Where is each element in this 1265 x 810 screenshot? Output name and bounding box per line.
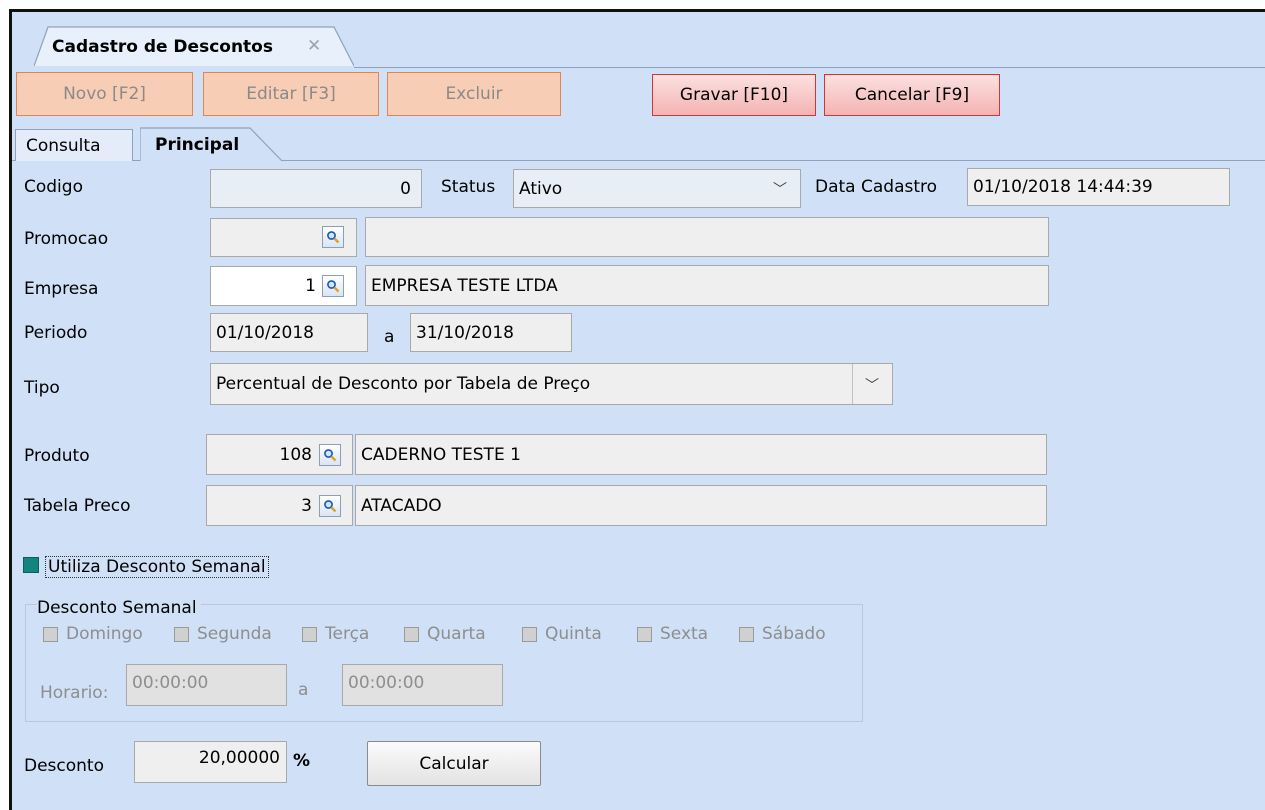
quarta-checkbox[interactable] bbox=[404, 627, 419, 642]
tabela-preco-desc-field: ATACADO bbox=[355, 485, 1047, 526]
tabela-preco-label: Tabela Preco bbox=[24, 496, 131, 516]
magnifier-icon[interactable] bbox=[322, 275, 344, 297]
domingo-checkbox[interactable] bbox=[43, 627, 58, 642]
horario-label: Horario: bbox=[40, 683, 109, 703]
magnifier-icon[interactable] bbox=[319, 444, 341, 466]
utiliza-desconto-semanal-checkbox[interactable] bbox=[23, 557, 39, 573]
desconto-semanal-title: Desconto Semanal bbox=[37, 598, 201, 618]
status-select[interactable]: Ativo bbox=[513, 169, 801, 208]
horario-separator: a bbox=[298, 680, 309, 700]
terca-label: Terça bbox=[325, 624, 370, 644]
magnifier-icon[interactable] bbox=[322, 226, 344, 248]
tab-consulta[interactable]: Consulta bbox=[15, 129, 133, 161]
desconto-label: Desconto bbox=[24, 756, 104, 776]
promocao-desc-field bbox=[365, 217, 1049, 257]
quinta-checkbox[interactable] bbox=[522, 627, 537, 642]
horario-end-field[interactable]: 00:00:00 bbox=[342, 664, 503, 706]
data-cadastro-label: Data Cadastro bbox=[815, 177, 938, 197]
tab-divider bbox=[354, 67, 1265, 68]
segunda-label: Segunda bbox=[197, 624, 272, 644]
quinta-label: Quinta bbox=[545, 624, 602, 644]
codigo-label: Codigo bbox=[24, 177, 83, 197]
utiliza-desconto-semanal-label[interactable]: Utiliza Desconto Semanal bbox=[45, 556, 269, 578]
tipo-value: Percentual de Desconto por Tabela de Pre… bbox=[216, 374, 591, 394]
excluir-button[interactable]: Excluir bbox=[387, 72, 561, 116]
periodo-start-field[interactable]: 01/10/2018 bbox=[210, 313, 368, 352]
document-tab-title: Cadastro de Descontos bbox=[52, 37, 273, 57]
data-cadastro-field[interactable]: 01/10/2018 14:44:39 bbox=[967, 168, 1230, 206]
status-label: Status bbox=[441, 177, 496, 197]
empresa-desc-field: EMPRESA TESTE LTDA bbox=[365, 265, 1049, 306]
percent-unit: % bbox=[293, 751, 311, 771]
codigo-field[interactable]: 0 bbox=[210, 169, 422, 208]
sexta-checkbox[interactable] bbox=[637, 627, 652, 642]
periodo-end-field[interactable]: 31/10/2018 bbox=[410, 313, 572, 352]
tipo-label: Tipo bbox=[24, 378, 60, 398]
periodo-separator: a bbox=[384, 327, 395, 347]
segunda-checkbox[interactable] bbox=[174, 627, 189, 642]
quarta-label: Quarta bbox=[427, 624, 486, 644]
periodo-label: Periodo bbox=[24, 323, 88, 343]
cancelar-button[interactable]: Cancelar [F9] bbox=[824, 74, 1000, 116]
chevron-down-icon[interactable]: ﹀ bbox=[773, 179, 787, 199]
produto-desc-field: CADERNO TESTE 1 bbox=[355, 434, 1047, 475]
sabado-checkbox[interactable] bbox=[739, 627, 754, 642]
calcular-button[interactable]: Calcular bbox=[367, 741, 541, 786]
gravar-button[interactable]: Gravar [F10] bbox=[652, 74, 816, 116]
domingo-label: Domingo bbox=[66, 624, 143, 644]
empresa-label: Empresa bbox=[24, 279, 99, 299]
promocao-label: Promocao bbox=[24, 229, 109, 249]
tipo-select[interactable]: Percentual de Desconto por Tabela de Pre… bbox=[210, 363, 893, 405]
produto-label: Produto bbox=[24, 446, 90, 466]
sabado-label: Sábado bbox=[762, 624, 826, 644]
close-icon[interactable]: ✕ bbox=[307, 36, 321, 56]
novo-button[interactable]: Novo [F2] bbox=[16, 72, 193, 116]
terca-checkbox[interactable] bbox=[302, 627, 317, 642]
magnifier-icon[interactable] bbox=[319, 495, 341, 517]
tipo-select-divider bbox=[852, 364, 853, 404]
sexta-label: Sexta bbox=[660, 624, 709, 644]
chevron-down-icon[interactable]: ﹀ bbox=[865, 375, 879, 395]
status-value: Ativo bbox=[519, 178, 563, 199]
editar-button[interactable]: Editar [F3] bbox=[203, 72, 379, 116]
tab-principal[interactable]: Principal bbox=[155, 129, 239, 161]
desconto-field[interactable]: 20,00000 bbox=[134, 741, 287, 783]
horario-start-field[interactable]: 00:00:00 bbox=[126, 664, 287, 706]
